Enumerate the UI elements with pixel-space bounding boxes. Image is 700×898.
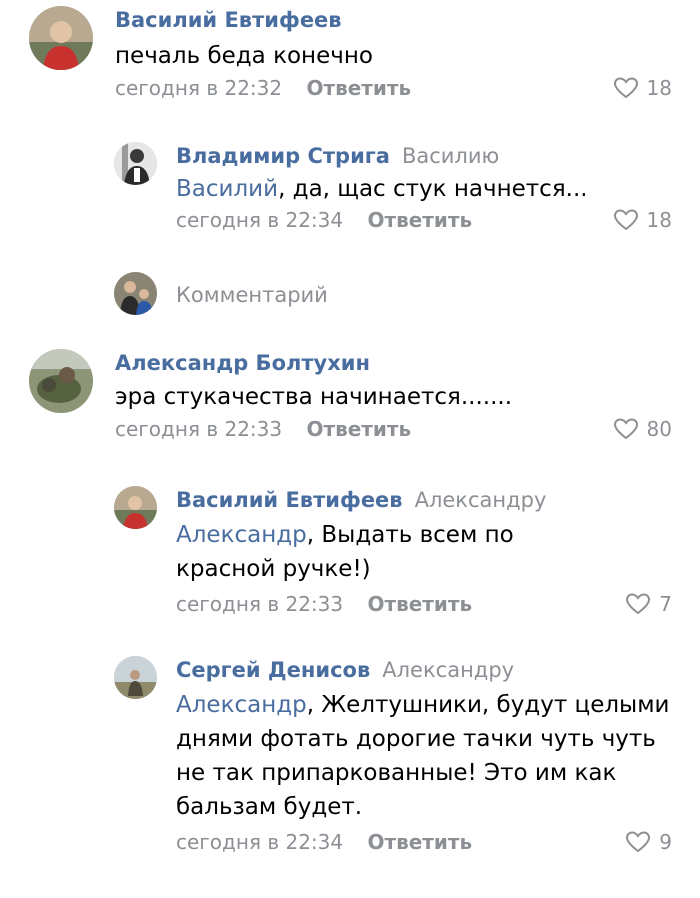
- reply-button[interactable]: Ответить: [367, 830, 472, 854]
- comment-text: Александр, Выдать всем по красной ручке!…: [176, 522, 514, 582]
- author-name[interactable]: Александр Болтухин: [115, 351, 370, 375]
- heart-icon: [613, 418, 639, 440]
- comment-input[interactable]: Комментарий: [176, 281, 328, 309]
- heart-icon: [613, 209, 639, 231]
- like-button[interactable]: 7: [625, 590, 672, 618]
- avatar[interactable]: [114, 656, 157, 699]
- heart-icon: [625, 831, 651, 853]
- comment-meta: сегодня в 22:32 Ответить 18: [115, 74, 700, 102]
- avatar[interactable]: [29, 349, 93, 413]
- reply-to[interactable]: Александру: [382, 658, 514, 682]
- like-count: 7: [659, 592, 672, 616]
- author-name[interactable]: Сергей Денисов: [176, 658, 370, 682]
- reply-button[interactable]: Ответить: [306, 417, 411, 441]
- avatar[interactable]: [114, 486, 157, 529]
- reply-button[interactable]: Ответить: [367, 208, 472, 232]
- comment-meta: сегодня в 22:34 Ответить 18: [176, 206, 700, 234]
- like-count: 18: [646, 76, 672, 100]
- reply-button[interactable]: Ответить: [306, 76, 411, 100]
- timestamp: сегодня в 22:33: [115, 417, 283, 441]
- comment-meta: сегодня в 22:33 Ответить 80: [115, 415, 700, 443]
- like-button[interactable]: 80: [613, 415, 672, 443]
- author-name[interactable]: Василий Евтифеев: [115, 8, 342, 32]
- reply-to[interactable]: Василию: [402, 144, 499, 168]
- comment-meta: сегодня в 22:33 Ответить 7: [176, 590, 700, 618]
- my-avatar: [114, 272, 157, 315]
- author-name[interactable]: Владимир Стрига: [176, 144, 390, 168]
- avatar[interactable]: [29, 6, 93, 70]
- timestamp: сегодня в 22:34: [176, 830, 344, 854]
- author-name[interactable]: Василий Евтифеев: [176, 488, 403, 512]
- like-count: 9: [659, 830, 672, 854]
- timestamp: сегодня в 22:34: [176, 208, 344, 232]
- comment-meta: сегодня в 22:34 Ответить 9: [176, 828, 700, 856]
- like-count: 18: [646, 208, 672, 232]
- mention-link[interactable]: Александр: [176, 522, 307, 548]
- timestamp: сегодня в 22:33: [176, 592, 344, 616]
- comment-text: Василий, да, щас стук начнется...: [176, 176, 588, 202]
- like-button[interactable]: 18: [613, 74, 672, 102]
- comment-text: Александр, Желтушники, будут целыми дням…: [176, 692, 670, 820]
- comment-text: печаль беда конечно: [115, 43, 373, 69]
- comment-text: эра стукачества начинается.......: [115, 384, 513, 410]
- reply-button[interactable]: Ответить: [367, 592, 472, 616]
- reply-to[interactable]: Александру: [415, 488, 547, 512]
- timestamp: сегодня в 22:32: [115, 76, 283, 100]
- heart-icon: [613, 77, 639, 99]
- mention-link[interactable]: Василий: [176, 176, 278, 202]
- like-count: 80: [646, 417, 672, 441]
- mention-link[interactable]: Александр: [176, 692, 307, 718]
- avatar[interactable]: [114, 142, 157, 185]
- heart-icon: [625, 593, 651, 615]
- like-button[interactable]: 18: [613, 206, 672, 234]
- like-button[interactable]: 9: [625, 828, 672, 856]
